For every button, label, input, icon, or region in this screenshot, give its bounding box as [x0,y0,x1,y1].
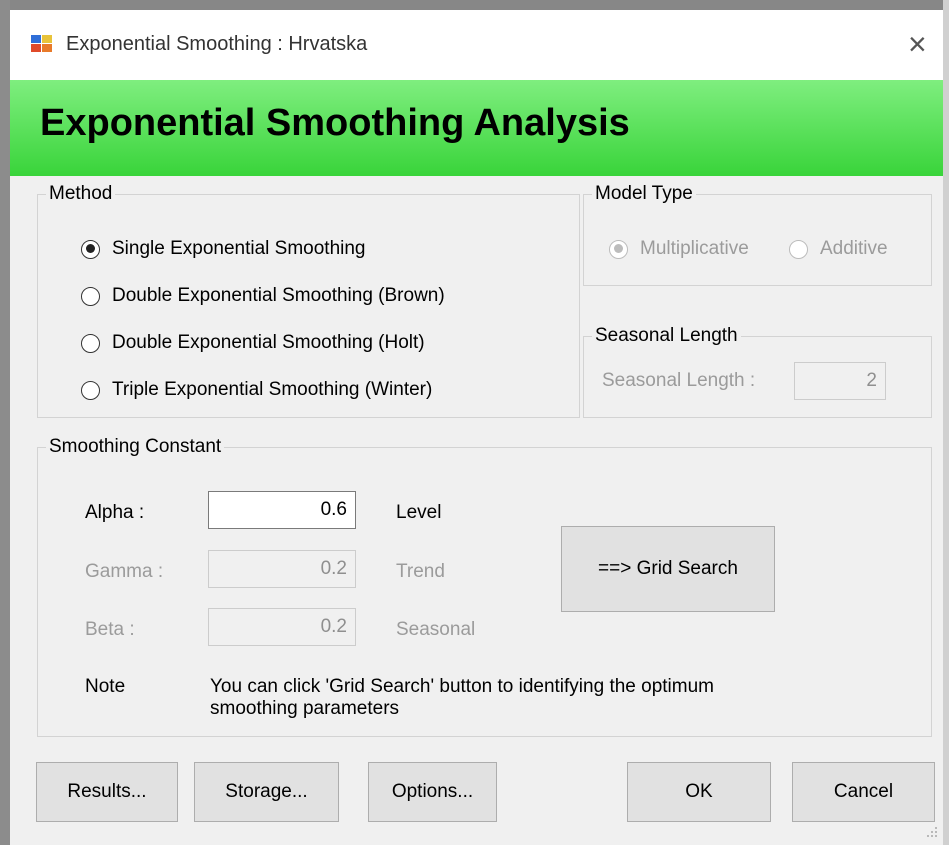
gamma-desc: Trend [396,561,445,582]
resize-grip-icon[interactable] [925,825,939,839]
note-text-line2: smoothing parameters [210,698,400,719]
note-text-line1: You can click 'Grid Search' button to id… [210,676,714,697]
header-banner: Exponential Smoothing Analysis [10,80,943,176]
model-option-label: Additive [820,238,888,259]
storage-button[interactable]: Storage... [194,762,339,822]
model-option-additive[interactable]: Additive [789,238,888,260]
smoothing-constant-group-legend: Smoothing Constant [46,435,225,459]
options-button[interactable]: Options... [368,762,497,822]
gamma-label: Gamma : [85,561,164,582]
alpha-input[interactable]: 0.6 [208,491,356,529]
method-option-label: Triple Exponential Smoothing (Winter) [112,379,433,400]
method-option-double-brown[interactable]: Double Exponential Smoothing (Brown) [81,285,445,307]
seasonal-length-label: Seasonal Length : [602,370,756,391]
method-option-label: Double Exponential Smoothing (Holt) [112,332,425,353]
close-icon[interactable]: × [908,24,927,64]
title-bar[interactable]: Exponential Smoothing : Hrvatska × [10,10,943,80]
seasonal-length-input[interactable]: 2 [794,362,886,400]
results-button[interactable]: Results... [36,762,178,822]
radio-button-checked[interactable] [609,239,628,259]
window-border-top [0,0,949,10]
radio-button[interactable] [81,380,100,400]
grid-search-button[interactable]: ==> Grid Search [561,526,775,612]
method-option-label: Double Exponential Smoothing (Brown) [112,285,445,306]
smoothing-constant-group: Smoothing Constant Alpha : 0.6 Level Gam… [37,435,932,737]
method-option-triple-winter[interactable]: Triple Exponential Smoothing (Winter) [81,379,432,401]
alpha-label: Alpha : [85,502,145,523]
app-icon [31,35,53,53]
method-group-legend: Method [46,182,116,206]
dialog-window: Exponential Smoothing : Hrvatska × Expon… [10,10,943,845]
window-title: Exponential Smoothing : Hrvatska [66,33,368,55]
model-type-group-legend: Model Type [592,182,696,206]
method-group: Method Single Exponential Smoothing Doub… [37,182,580,418]
window-border-right [943,0,949,845]
model-option-label: Multiplicative [640,238,749,259]
note-label: Note [85,676,126,697]
model-option-multiplicative[interactable]: Multiplicative [609,238,749,260]
radio-button[interactable] [81,333,100,353]
ok-button[interactable]: OK [627,762,771,822]
cancel-button[interactable]: Cancel [792,762,935,822]
radio-button-checked[interactable] [81,239,100,259]
method-option-double-holt[interactable]: Double Exponential Smoothing (Holt) [81,332,425,354]
banner-title: Exponential Smoothing Analysis [40,102,630,144]
model-type-group: Model Type Multiplicative Additive [583,182,932,286]
beta-label: Beta : [85,619,135,640]
method-option-label: Single Exponential Smoothing [112,238,366,259]
seasonal-length-group: Seasonal Length Seasonal Length : 2 [583,324,932,418]
radio-button[interactable] [789,239,808,259]
gamma-input[interactable]: 0.2 [208,550,356,588]
seasonal-length-group-legend: Seasonal Length [592,324,741,348]
window-border-left [0,0,10,845]
method-option-single[interactable]: Single Exponential Smoothing [81,238,366,260]
beta-input[interactable]: 0.2 [208,608,356,646]
radio-button[interactable] [81,286,100,306]
alpha-desc: Level [396,502,442,523]
beta-desc: Seasonal [396,619,476,640]
